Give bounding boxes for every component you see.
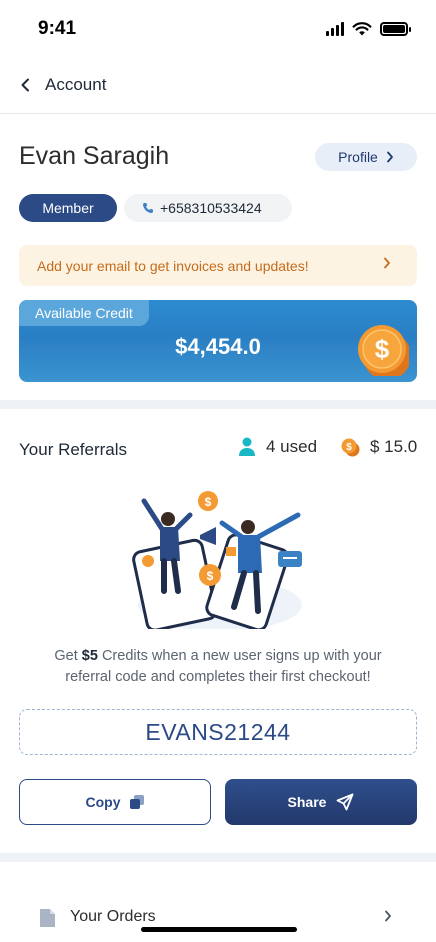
user-name: Evan Saragih xyxy=(19,142,170,170)
section-divider xyxy=(0,853,436,862)
your-orders-row[interactable]: Your Orders xyxy=(0,895,436,941)
cellular-signal-icon xyxy=(326,22,344,36)
svg-text:$: $ xyxy=(375,334,390,364)
referrals-earned-amount: $ 15.0 xyxy=(370,437,418,456)
referrals-title: Your Referrals xyxy=(19,440,128,459)
referral-credit-amount: $5 xyxy=(81,648,98,664)
status-time: 9:41 xyxy=(38,18,77,39)
home-indicator xyxy=(141,927,297,932)
nav-header: Account xyxy=(0,60,436,114)
user-icon xyxy=(239,437,255,456)
copy-button-label: Copy xyxy=(85,794,121,810)
share-button[interactable]: Share xyxy=(225,779,417,825)
svg-text:$: $ xyxy=(207,569,214,583)
member-badge: Member xyxy=(19,194,117,222)
add-email-banner[interactable]: Add your email to get invoices and updat… xyxy=(19,245,417,286)
chevron-right-icon xyxy=(386,151,393,163)
dollar-coin-icon: $ xyxy=(358,325,409,376)
section-divider xyxy=(0,400,436,409)
copy-button[interactable]: Copy xyxy=(19,779,211,825)
referrals-earned: $ $ 15.0 xyxy=(340,437,417,457)
document-icon xyxy=(40,909,55,927)
phone-badge: +658310533424 xyxy=(124,194,292,222)
battery-icon xyxy=(380,22,411,36)
coins-icon: $ xyxy=(341,438,360,457)
wifi-icon xyxy=(352,22,372,36)
referral-illustration: $ $ xyxy=(132,491,302,629)
referral-description: Get $5 Credits when a new user signs up … xyxy=(54,648,382,685)
referral-code-box[interactable]: EVANS21244 xyxy=(19,709,417,755)
back-arrow-icon[interactable] xyxy=(16,75,36,95)
share-button-label: Share xyxy=(287,794,327,810)
profile-button-label: Profile xyxy=(338,149,378,165)
svg-text:$: $ xyxy=(346,442,352,453)
your-orders-label: Your Orders xyxy=(70,908,156,925)
email-banner-text: Add your email to get invoices and updat… xyxy=(37,257,309,274)
copy-icon xyxy=(129,795,144,809)
status-bar: 9:41 xyxy=(0,0,436,60)
phone-icon xyxy=(143,203,153,213)
svg-text:$: $ xyxy=(205,495,212,509)
referrals-used-count: 4 used xyxy=(266,437,318,456)
available-credit-card: Available Credit $4,454.0 $ xyxy=(19,300,417,382)
referrals-used: 4 used xyxy=(238,437,317,457)
phone-number: +658310533424 xyxy=(160,200,262,216)
profile-button[interactable]: Profile xyxy=(315,143,417,171)
chevron-right-icon xyxy=(385,910,391,922)
send-icon xyxy=(337,793,354,811)
chevron-right-icon xyxy=(384,257,390,269)
page-title: Account xyxy=(45,75,107,94)
status-icons xyxy=(326,22,411,36)
credit-label: Available Credit xyxy=(19,300,149,326)
